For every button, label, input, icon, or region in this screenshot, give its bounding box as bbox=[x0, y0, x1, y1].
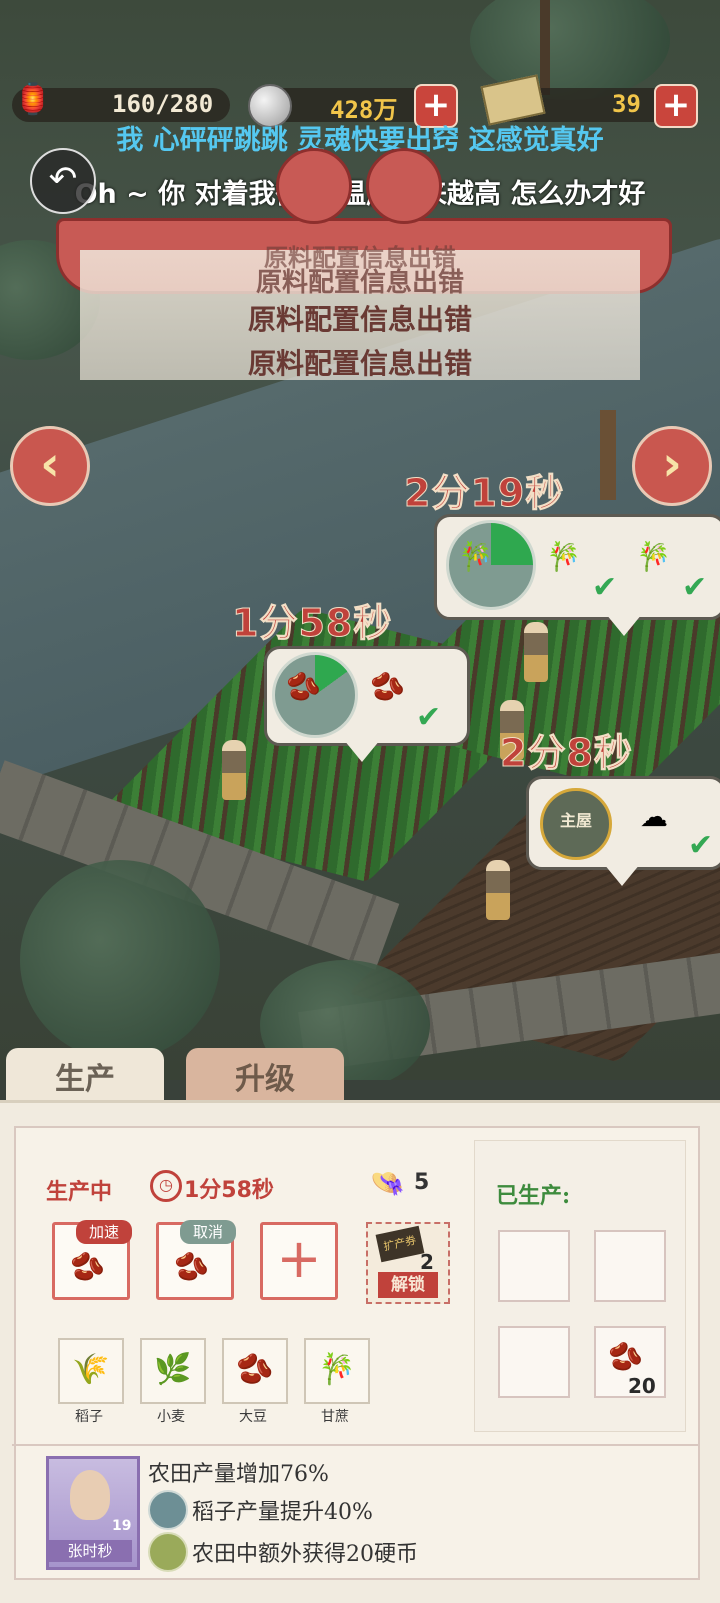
production-status-label: 生产中 bbox=[46, 1179, 113, 1205]
worker-level: 19 bbox=[112, 1518, 132, 1534]
sugarcane-icon: 🎋 bbox=[458, 540, 493, 573]
worker-name: 张时秒 bbox=[48, 1540, 132, 1562]
field-timer: 2分8秒 bbox=[500, 731, 633, 776]
seed-rice[interactable]: 🌾 bbox=[58, 1338, 124, 1404]
soybean-icon: 🫘 bbox=[236, 1352, 274, 1387]
main-house-tag: 主屋 bbox=[540, 788, 612, 860]
seed-label: 小麦 bbox=[157, 1409, 185, 1425]
title-medallion bbox=[276, 148, 352, 224]
soybean-icon: 🫘 bbox=[70, 1250, 105, 1283]
farmer-worker bbox=[486, 860, 510, 920]
check-icon: ✔ bbox=[682, 570, 708, 605]
soybean-icon: 🫘 bbox=[286, 670, 321, 703]
previous-field-button[interactable]: ‹ bbox=[10, 426, 90, 506]
unlock-button[interactable]: 解锁 bbox=[378, 1272, 438, 1298]
coupon-count: 2 bbox=[420, 1250, 434, 1274]
produced-slot[interactable] bbox=[594, 1230, 666, 1302]
tree bbox=[20, 860, 220, 1060]
stamina-value: 160/280 bbox=[112, 90, 214, 118]
clock-icon: ◷ bbox=[150, 1170, 182, 1202]
tree-trunk bbox=[540, 0, 550, 95]
field-bonus-icon bbox=[148, 1532, 188, 1572]
title-medallion bbox=[366, 148, 442, 224]
lyric-line-2: Oh ~ 你 对着我微笑 温度越来越高 怎么办才好 bbox=[74, 179, 646, 210]
check-icon: ✔ bbox=[592, 570, 618, 605]
soybean-icon: 🫘 bbox=[174, 1250, 209, 1283]
avatar bbox=[70, 1470, 110, 1520]
error-text: 原料配置信息出错 bbox=[247, 303, 472, 336]
produced-slot[interactable] bbox=[498, 1230, 570, 1302]
lyric-line-1: 我 心砰砰跳跳 灵魂快要出窍 这感觉真好 bbox=[116, 125, 604, 156]
scarecrow bbox=[600, 410, 616, 500]
field-timer: 2分19秒 bbox=[403, 471, 565, 516]
produced-slot[interactable] bbox=[498, 1326, 570, 1398]
bubble-tail bbox=[606, 614, 642, 636]
worker-count: 5 bbox=[414, 1170, 430, 1195]
handshake-icon bbox=[148, 1490, 188, 1530]
soybean-icon: 🫘 bbox=[370, 670, 405, 703]
error-text: 原料配置信息出错 bbox=[247, 347, 472, 380]
bubble-tail bbox=[604, 864, 640, 886]
add-production-slot[interactable]: + bbox=[260, 1222, 338, 1300]
next-field-button[interactable]: › bbox=[632, 426, 712, 506]
seed-label: 稻子 bbox=[75, 1409, 103, 1425]
bonus-text: 农田中额外获得20硬币 bbox=[192, 1542, 418, 1567]
soybean-icon: 🫘 bbox=[608, 1340, 643, 1373]
farmer-worker bbox=[222, 740, 246, 800]
farmer-worker bbox=[524, 622, 548, 682]
seed-sugarcane[interactable]: 🎋 bbox=[304, 1338, 370, 1404]
rice-icon: 🌾 bbox=[72, 1352, 110, 1387]
sugarcane-icon: 🎋 bbox=[318, 1352, 356, 1387]
bonus-text: 农田产量增加76% bbox=[148, 1462, 329, 1487]
produced-count: 20 bbox=[628, 1374, 656, 1398]
check-icon: ✔ bbox=[688, 828, 714, 863]
seed-label: 甘蔗 bbox=[321, 1409, 349, 1425]
bubble-tail bbox=[344, 740, 380, 762]
seed-label: 大豆 bbox=[239, 1409, 267, 1425]
back-icon[interactable]: ↶ bbox=[30, 148, 96, 214]
stamina-icon: 🏮 bbox=[14, 82, 52, 117]
sugarcane-icon: 🎋 bbox=[636, 540, 671, 573]
bonus-text: 稻子产量提升40% bbox=[192, 1500, 373, 1525]
sugarcane-icon: 🎋 bbox=[546, 540, 581, 573]
cancel-button[interactable]: 取消 bbox=[180, 1220, 236, 1244]
speedup-button[interactable]: 加速 bbox=[76, 1220, 132, 1244]
worker-hat-icon: 👒 bbox=[370, 1166, 405, 1199]
seed-soybean[interactable]: 🫘 bbox=[222, 1338, 288, 1404]
divider bbox=[12, 1444, 698, 1446]
cash-value: 39 bbox=[612, 90, 641, 118]
seed-wheat[interactable]: 🌿 bbox=[140, 1338, 206, 1404]
check-icon: ✔ bbox=[416, 700, 442, 735]
cotton-icon: ☁ bbox=[640, 800, 668, 833]
error-text: 原料配置信息出错 bbox=[255, 268, 464, 298]
field-timer: 1分58秒 bbox=[231, 601, 393, 646]
production-time-left: 1分58秒 bbox=[184, 1178, 274, 1203]
produced-title: 已生产: bbox=[496, 1183, 571, 1209]
wheat-icon: 🌿 bbox=[154, 1352, 192, 1387]
